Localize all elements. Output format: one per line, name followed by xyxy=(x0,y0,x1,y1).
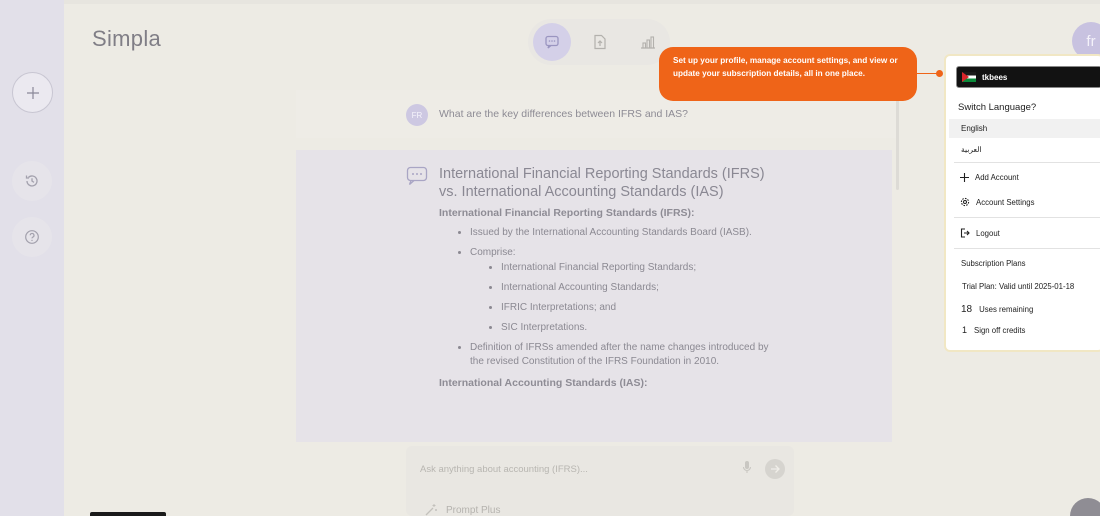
magic-wand-icon xyxy=(425,504,437,516)
flag-icon xyxy=(962,72,976,82)
chart-icon xyxy=(641,36,655,49)
bottom-left-bar xyxy=(90,512,166,516)
uses-remaining: 18 Uses remaining xyxy=(961,304,1033,315)
answer-content: International Financial Reporting Standa… xyxy=(439,166,779,389)
profile-menu: tkbees Switch Language? English العربية … xyxy=(944,54,1100,352)
account-switcher[interactable]: tkbees xyxy=(956,66,1100,88)
send-button[interactable] xyxy=(765,459,785,479)
gear-icon xyxy=(960,197,970,207)
upload-file-icon xyxy=(594,34,606,50)
account-name: tkbees xyxy=(982,72,1008,82)
language-option-english[interactable]: English xyxy=(949,119,1100,138)
prompt-plus-label: Prompt Plus xyxy=(446,504,501,516)
menu-divider xyxy=(954,217,1100,218)
plus-icon xyxy=(26,86,39,99)
logout-label: Logout xyxy=(976,228,1000,238)
onboarding-tooltip: Set up your profile, manage account sett… xyxy=(659,47,917,101)
logout-icon xyxy=(960,228,970,238)
history-icon xyxy=(25,175,38,187)
chat-input[interactable]: Ask anything about accounting (IFRS)... xyxy=(420,464,588,475)
credits-label: Sign off credits xyxy=(974,325,1026,335)
sign-off-credits: 1 Sign off credits xyxy=(962,325,1025,335)
app-logo[interactable]: Simpla xyxy=(92,26,161,52)
mode-switcher xyxy=(528,19,670,65)
composer: Ask anything about accounting (IFRS)... … xyxy=(406,446,794,516)
assistant-chat-icon xyxy=(406,166,428,191)
sub-list-item: SIC Interpretations. xyxy=(501,321,779,335)
tooltip-pointer-dot xyxy=(936,70,943,77)
list-item: Issued by the International Accounting S… xyxy=(470,226,779,240)
language-option-arabic[interactable]: العربية xyxy=(949,140,1100,159)
microphone-icon xyxy=(742,461,752,473)
chat-scrollbar[interactable] xyxy=(896,100,899,190)
list-item: Definition of IFRSs amended after the na… xyxy=(470,341,779,369)
uses-count: 18 xyxy=(961,304,973,315)
sidebar xyxy=(0,0,64,516)
sub-list-item: IFRIC Interpretations; and xyxy=(501,301,779,315)
uses-label: Uses remaining xyxy=(979,305,1034,314)
answer-section-heading: International Financial Reporting Standa… xyxy=(439,207,695,219)
account-settings-button[interactable]: Account Settings xyxy=(960,197,1035,207)
top-border xyxy=(64,0,1100,4)
list-item: Comprise: International Financial Report… xyxy=(470,246,779,335)
plus-icon xyxy=(960,173,969,182)
add-account-label: Add Account xyxy=(975,173,1019,182)
user-question: What are the key differences between IFR… xyxy=(439,108,689,120)
answer-title: International Financial Reporting Standa… xyxy=(439,166,765,200)
chat-thread: FR What are the key differences between … xyxy=(296,90,896,442)
sub-list-item: International Financial Reporting Standa… xyxy=(501,261,779,275)
menu-divider xyxy=(954,248,1100,249)
prompt-plus-button[interactable]: Prompt Plus xyxy=(424,503,500,516)
credits-count: 1 xyxy=(962,325,968,335)
logout-button[interactable]: Logout xyxy=(960,228,1000,238)
answer-section-heading: International Accounting Standards (IAS)… xyxy=(439,377,648,389)
menu-divider xyxy=(954,162,1100,163)
subscription-heading: Subscription Plans xyxy=(961,259,1026,268)
message-avatar: FR xyxy=(406,104,428,126)
chat-mode-button[interactable] xyxy=(533,23,571,61)
sub-list-item: International Accounting Standards; xyxy=(501,281,779,295)
switch-language-label: Switch Language? xyxy=(958,102,1037,113)
chat-icon xyxy=(545,35,559,49)
answer-list: Issued by the International Accounting S… xyxy=(470,226,779,369)
account-settings-label: Account Settings xyxy=(976,197,1035,207)
list-item-label: Comprise: xyxy=(470,247,516,258)
new-chat-button[interactable] xyxy=(12,72,53,113)
trial-plan-status: Trial Plan: Valid until 2025-01-18 xyxy=(962,282,1075,291)
add-account-button[interactable]: Add Account xyxy=(960,173,1019,182)
question-icon xyxy=(25,230,39,244)
upload-mode-button[interactable] xyxy=(581,23,619,61)
help-button[interactable] xyxy=(12,217,52,257)
history-button[interactable] xyxy=(12,161,52,201)
arrow-right-icon xyxy=(771,465,780,473)
microphone-button[interactable] xyxy=(742,460,752,479)
sub-list: International Financial Reporting Standa… xyxy=(501,261,779,335)
assistant-message: International Financial Reporting Standa… xyxy=(296,150,892,442)
